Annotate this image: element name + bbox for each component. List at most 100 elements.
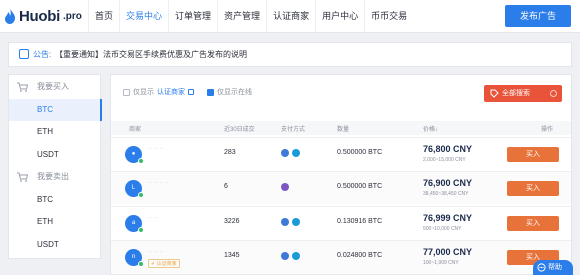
unit-price: 76,999 CNY [423, 213, 473, 223]
merchant-name[interactable]: · · [149, 215, 158, 221]
sidebar-item-sell-usdt[interactable]: USDT [9, 234, 102, 256]
sidebar-item-sell-btc[interactable]: BTC [9, 189, 102, 211]
col-action: 操作 [541, 127, 554, 133]
all-search-label: 全部搜索 [502, 90, 530, 97]
payment-methods [281, 218, 300, 226]
merchant-name[interactable]: · · · [149, 249, 163, 255]
main-nav: 首页 交易中心 订单管理 资产管理 认证商家 用户中心 币币交易 [88, 0, 413, 33]
sidebar-item-buy-usdt[interactable]: USDT [9, 144, 102, 166]
info-icon [188, 89, 194, 95]
buy-heading: 我要买入 [9, 76, 102, 98]
unit-price: 76,900 CNY [423, 178, 473, 188]
clear-icon[interactable] [550, 90, 557, 97]
sidebar-item-buy-btc[interactable]: BTC [9, 99, 102, 121]
order-limit: 2,000~15,000 CNY [423, 157, 466, 163]
bank-card-icon [281, 218, 289, 226]
avatar[interactable]: ● [125, 146, 144, 164]
avatar-initial: a [131, 220, 136, 226]
order-limit: 100~1,909 CNY [423, 260, 459, 266]
nav-home[interactable]: 首页 [88, 0, 119, 33]
only-show-label: 仅显示 [133, 89, 154, 96]
certified-checkbox[interactable] [123, 88, 130, 96]
bank-card-icon [281, 183, 289, 191]
huobi-logo[interactable]: Huobi .pro [4, 8, 82, 25]
table-header: 商家 近30日成交 支付方式 数量 价格↓ 操作 [111, 121, 571, 135]
order-limit: 38,450~38,450 CNY [423, 191, 469, 197]
available-quantity: 0.500000 BTC [337, 183, 383, 190]
announcement-icon [19, 49, 29, 59]
online-label: 仅显示在线 [217, 89, 252, 96]
announcement-link[interactable]: 【重要通知】法币交易区手续费优惠及广告发布的说明 [55, 43, 247, 66]
certified-filter[interactable]: 仅显示 认证商家 [123, 87, 194, 97]
deal-count: 6 [224, 183, 228, 190]
available-quantity: 0.500000 BTC [337, 149, 383, 156]
available-quantity: 0.024800 BTC [337, 252, 383, 259]
online-status-dot [138, 158, 144, 164]
order-limit: 500~10,000 CNY [423, 226, 462, 232]
bank-card-icon [281, 149, 289, 157]
online-status-dot [138, 261, 144, 267]
buy-button[interactable]: 买入 [507, 147, 559, 162]
tag-icon [490, 89, 499, 98]
brand-name: Huobi [19, 8, 60, 25]
table-row: n · · · ✔ 认证商家 1345 0.024800 BTC 77,000 … [111, 240, 571, 273]
buy-button[interactable]: 买入 [507, 216, 559, 231]
table-row: ● · · · 283 0.500000 BTC 76,800 CNY 2,00… [111, 137, 571, 170]
online-checkbox[interactable] [207, 88, 214, 96]
payment-methods [281, 149, 300, 157]
post-ad-button[interactable]: 发布广告 [505, 5, 571, 27]
chat-bubble-icon [537, 263, 546, 272]
col-price[interactable]: 价格↓ [423, 124, 438, 133]
nav-orders[interactable]: 订单管理 [168, 0, 217, 33]
col-deals: 近30日成交 [224, 127, 255, 133]
available-quantity: 0.130916 BTC [337, 218, 383, 225]
sidebar-item-buy-eth[interactable]: ETH [9, 121, 102, 143]
unit-price: 77,000 CNY [423, 247, 473, 257]
help-button[interactable]: 帮助 [533, 260, 573, 275]
ads-panel: 仅显示 认证商家 仅显示在线 全部搜索 商家 近30日成交 支付方式 数量 价格… [110, 74, 572, 275]
all-search-button[interactable]: 全部搜索 [484, 85, 562, 102]
sidebar-item-sell-eth[interactable]: ETH [9, 211, 102, 233]
sell-heading: 我要卖出 [9, 166, 102, 188]
deal-count: 1345 [224, 252, 240, 259]
nav-coin-exchange[interactable]: 币币交易 [364, 0, 413, 33]
trade-side-menu: 我要买入 BTC ETH USDT 我要卖出 BTC ETH USDT [8, 74, 102, 259]
unit-price: 76,800 CNY [423, 144, 473, 154]
cart-icon [17, 172, 28, 182]
avatar[interactable]: L [125, 180, 144, 198]
avatar[interactable]: n [125, 249, 144, 267]
payment-methods [281, 252, 300, 260]
filter-bar: 仅显示 认证商家 仅显示在线 [123, 87, 260, 97]
sell-heading-label: 我要卖出 [37, 172, 69, 181]
payment-methods [281, 183, 289, 191]
col-quantity: 数量 [337, 127, 350, 133]
certified-merchant-badge: ✔ 认证商家 [148, 259, 180, 268]
brand-suffix: .pro [63, 11, 82, 22]
avatar-initial: n [131, 254, 136, 260]
nav-assets[interactable]: 资产管理 [217, 0, 266, 33]
merchant-name[interactable]: · · · [149, 146, 163, 152]
alipay-icon [292, 149, 300, 157]
buy-button[interactable]: 买入 [507, 181, 559, 196]
online-status-dot [138, 227, 144, 233]
top-nav-bar: Huobi .pro 首页 交易中心 订单管理 资产管理 认证商家 用户中心 币… [0, 0, 580, 33]
alipay-icon [292, 252, 300, 260]
announcement-bar: 公告: 【重要通知】法币交易区手续费优惠及广告发布的说明 [8, 42, 572, 67]
online-status-dot [138, 192, 144, 198]
announcement-label: 公告: [33, 50, 52, 59]
merchant-name[interactable]: · · · · [149, 180, 169, 186]
table-row: a · · 3226 0.130916 BTC 76,999 CNY 500~1… [111, 206, 571, 239]
avatar-initial: L [131, 185, 136, 191]
table-row: L · · · · 6 0.500000 BTC 76,900 CNY 38,4… [111, 171, 571, 204]
flame-logo-icon [5, 9, 15, 24]
nav-user-center[interactable]: 用户中心 [315, 0, 364, 33]
avatar[interactable]: a [125, 215, 144, 233]
nav-certified-merchant[interactable]: 认证商家 [266, 0, 315, 33]
online-filter[interactable]: 仅显示在线 [207, 87, 252, 97]
avatar-initial: ● [131, 151, 136, 157]
certified-merchant-link[interactable]: 认证商家 [157, 87, 185, 97]
bank-card-icon [281, 252, 289, 260]
nav-trading-center[interactable]: 交易中心 [119, 0, 168, 33]
col-payment: 支付方式 [281, 127, 306, 133]
help-label: 帮助 [548, 264, 562, 271]
